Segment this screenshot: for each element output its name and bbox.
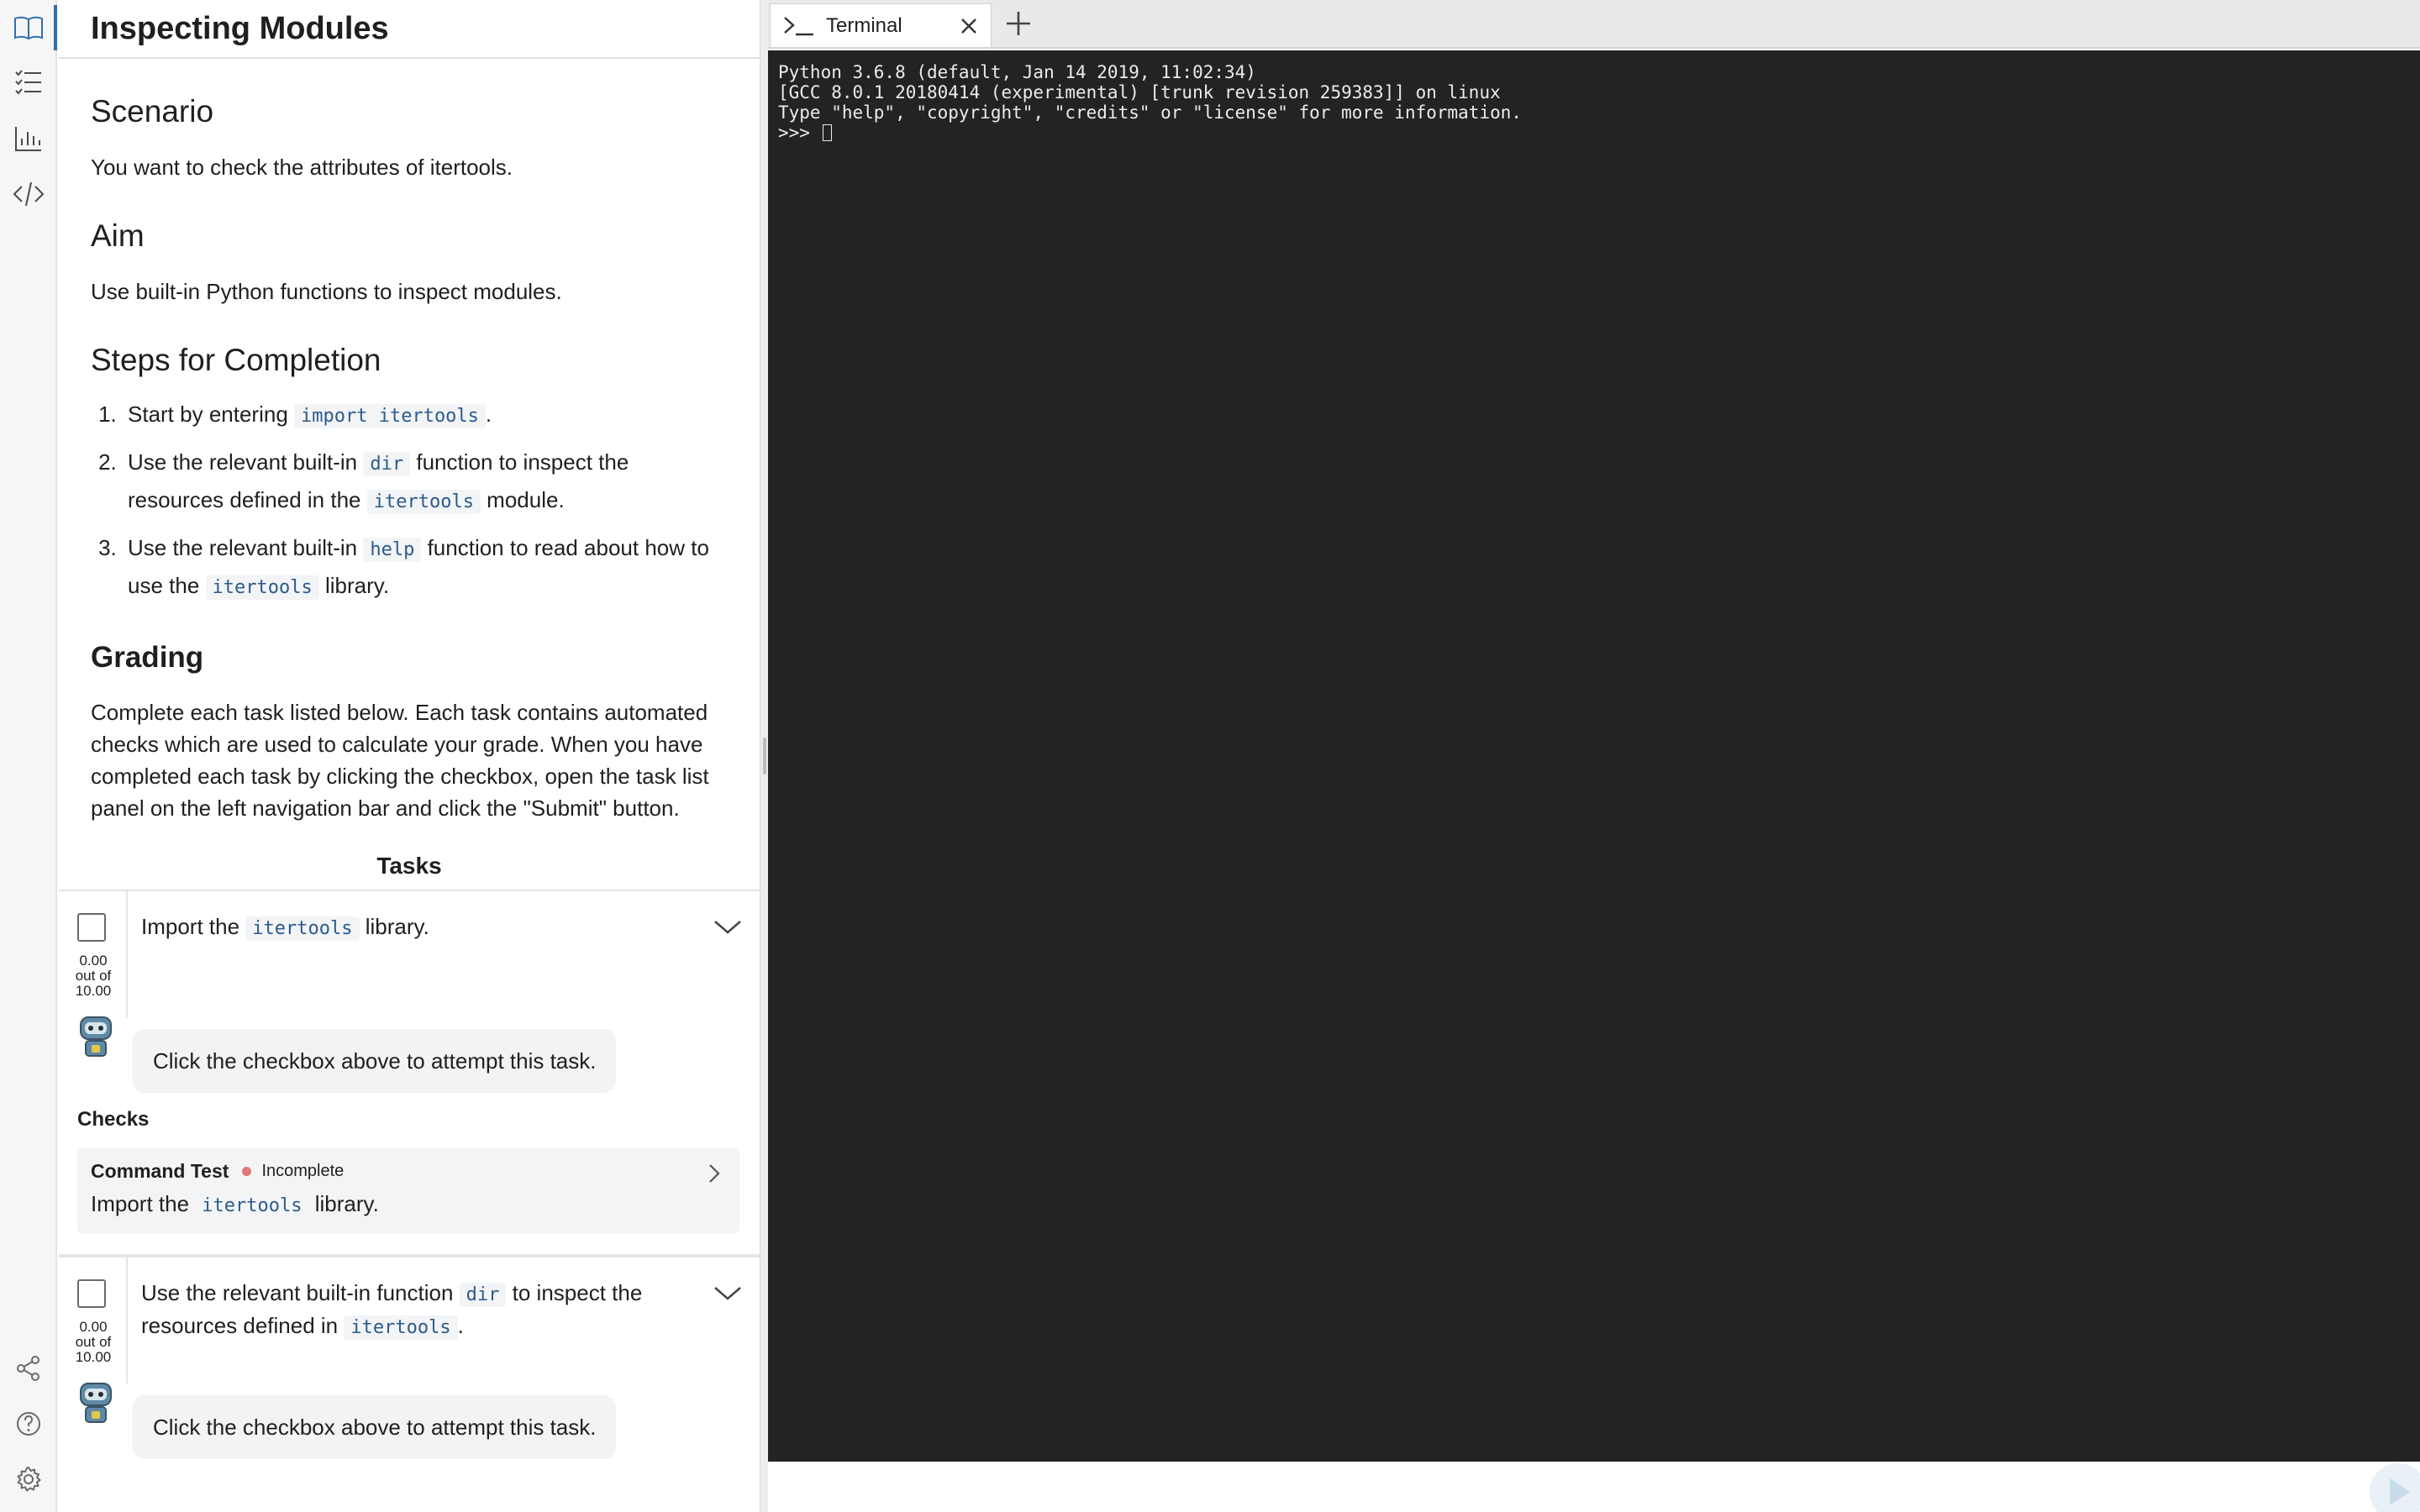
check-description: Import the itertools library. bbox=[91, 1191, 726, 1218]
play-icon[interactable] bbox=[2361, 1453, 2420, 1512]
inline-code: dir bbox=[459, 1283, 507, 1307]
grading-heading: Grading bbox=[91, 641, 204, 674]
terminal-prompt: >>> bbox=[778, 123, 821, 143]
check-text: Import the bbox=[91, 1191, 196, 1216]
terminal-cursor bbox=[822, 124, 832, 141]
tasks-heading: Tasks bbox=[376, 853, 442, 879]
grading-text: Complete each task listed below. Each ta… bbox=[91, 700, 709, 821]
splitter-handle[interactable] bbox=[763, 738, 766, 774]
check-name: Command Test bbox=[91, 1160, 229, 1182]
step-item: Use the relevant built-in help function … bbox=[123, 530, 728, 606]
task-hint-bubble: Click the checkbox above to attempt this… bbox=[133, 1395, 617, 1459]
inline-code: help bbox=[363, 538, 422, 562]
close-icon[interactable] bbox=[957, 14, 981, 38]
status-badge: Incomplete bbox=[261, 1162, 345, 1180]
aim-heading: Aim bbox=[91, 218, 145, 253]
inline-code: import itertools bbox=[294, 404, 486, 428]
score-max: 10.00 bbox=[75, 1349, 112, 1365]
step-text: Start by entering bbox=[128, 402, 294, 427]
scenario-heading: Scenario bbox=[91, 94, 214, 129]
tab-terminal[interactable]: Terminal bbox=[770, 3, 992, 47]
score-value: 0.00 bbox=[79, 953, 108, 969]
book-icon[interactable] bbox=[0, 0, 57, 55]
task-score: 0.00 out of 10.00 bbox=[59, 953, 128, 999]
task-text: Import the bbox=[141, 914, 246, 939]
steps-heading: Steps for Completion bbox=[91, 343, 381, 377]
aim-text: Use built-in Python functions to inspect… bbox=[91, 279, 562, 304]
code-icon[interactable] bbox=[0, 166, 57, 222]
score-label: out of bbox=[75, 1334, 112, 1350]
tab-label: Terminal bbox=[826, 13, 902, 37]
step-text: Use the relevant built-in bbox=[128, 535, 364, 560]
title-bar: Inspecting Modules bbox=[59, 0, 760, 59]
check-title: Command Test Incomplete bbox=[91, 1160, 726, 1183]
chevron-right-icon[interactable] bbox=[702, 1162, 726, 1185]
task-text: Use the relevant built-in function bbox=[141, 1280, 460, 1305]
step-text: module. bbox=[480, 487, 565, 512]
chevron-down-icon[interactable] bbox=[711, 1276, 744, 1310]
terminal-panel: Terminal Python 3.6.8 (default, Jan 14 2… bbox=[768, 0, 2420, 1512]
terminal-prompt-icon bbox=[784, 16, 813, 35]
task-text: . bbox=[457, 1313, 464, 1338]
terminal-output: Python 3.6.8 (default, Jan 14 2019, 11:0… bbox=[778, 62, 2410, 143]
task-card: 0.00 out of 10.00 Import the itertools l… bbox=[59, 891, 760, 1257]
inline-code: itertools bbox=[344, 1315, 458, 1340]
add-tab-icon[interactable] bbox=[1002, 7, 1035, 40]
terminal-line: [GCC 8.0.1 20180414 (experimental) [trun… bbox=[778, 82, 1501, 102]
scenario-text: You want to check the attributes of iter… bbox=[91, 155, 513, 180]
inline-code: itertools bbox=[205, 575, 319, 600]
inline-code: itertools bbox=[366, 490, 481, 514]
check-text: library. bbox=[308, 1191, 379, 1216]
check-card[interactable]: Command Test Incomplete Import the itert… bbox=[77, 1148, 739, 1234]
score-value: 0.00 bbox=[79, 1319, 108, 1335]
inline-code: itertools bbox=[245, 916, 360, 941]
inline-code: itertools bbox=[195, 1194, 309, 1218]
task-checkbox[interactable] bbox=[77, 1279, 106, 1308]
help-icon[interactable] bbox=[0, 1396, 57, 1452]
task-checkbox[interactable] bbox=[77, 913, 106, 942]
page-title: Inspecting Modules bbox=[91, 10, 389, 46]
tab-bar: Terminal bbox=[768, 0, 2420, 49]
robot-icon bbox=[80, 1016, 112, 1057]
score-max: 10.00 bbox=[75, 983, 112, 999]
task-description: Use the relevant built-in function dir t… bbox=[141, 1278, 662, 1343]
share-icon[interactable] bbox=[0, 1341, 57, 1396]
task-list-icon[interactable] bbox=[0, 54, 57, 109]
task-text: library. bbox=[359, 914, 429, 939]
step-text: Use the relevant built-in bbox=[128, 449, 364, 475]
step-item: Start by entering import itertools. bbox=[123, 396, 728, 434]
inline-code: dir bbox=[363, 452, 411, 476]
terminal-line: Python 3.6.8 (default, Jan 14 2019, 11:0… bbox=[778, 62, 1256, 82]
task-card: 0.00 out of 10.00 Use the relevant built… bbox=[59, 1257, 760, 1509]
bar-chart-icon[interactable] bbox=[0, 111, 57, 166]
step-text: library. bbox=[318, 573, 390, 598]
left-nav-rail bbox=[0, 0, 57, 1512]
task-score: 0.00 out of 10.00 bbox=[59, 1320, 128, 1365]
settings-icon[interactable] bbox=[0, 1452, 57, 1507]
checks-label: Checks bbox=[77, 1108, 150, 1131]
robot-icon bbox=[80, 1383, 112, 1423]
steps-list: Start by entering import itertools. Use … bbox=[91, 396, 728, 606]
task-hint-bubble: Click the checkbox above to attempt this… bbox=[133, 1029, 617, 1093]
step-text: . bbox=[485, 402, 492, 427]
chevron-down-icon[interactable] bbox=[711, 910, 744, 943]
score-label: out of bbox=[75, 968, 112, 984]
step-item: Use the relevant built-in dir function t… bbox=[123, 444, 728, 520]
status-dot bbox=[242, 1167, 252, 1176]
terminal-line: Type "help", "copyright", "credits" or "… bbox=[778, 102, 1523, 123]
task-description: Import the itertools library. bbox=[141, 911, 429, 944]
lab-instructions-pane: Inspecting Modules Scenario You want to … bbox=[59, 0, 760, 1512]
terminal-screen[interactable]: Python 3.6.8 (default, Jan 14 2019, 11:0… bbox=[768, 50, 2420, 1462]
